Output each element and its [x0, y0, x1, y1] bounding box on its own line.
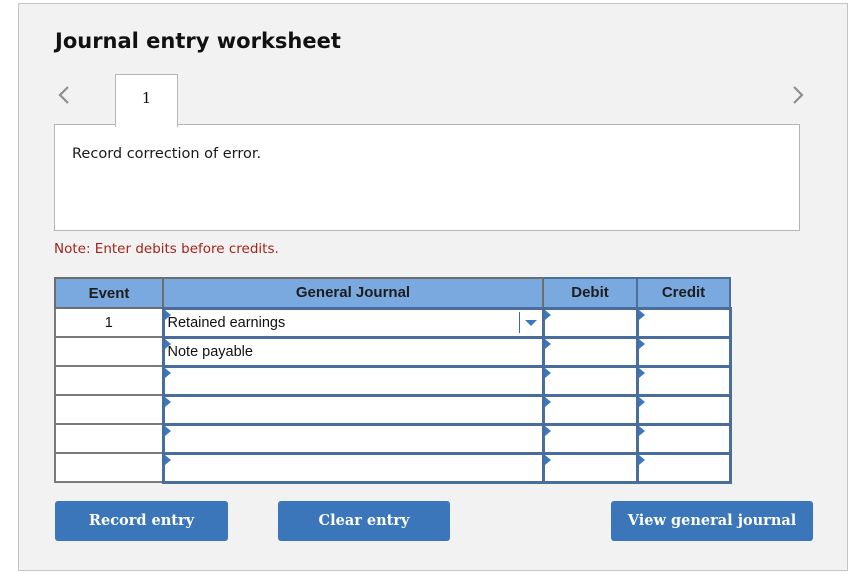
input-marker-icon [638, 309, 645, 320]
account-name: Retained earnings [167, 314, 286, 331]
table-row [54, 393, 732, 426]
table-row: 1 Retained earnings [54, 306, 732, 339]
input-marker-icon [638, 454, 645, 465]
dropdown-separator [518, 311, 520, 333]
journal-table: Event General Journal Debit Credit 1 Reta… [54, 277, 732, 484]
debit-input[interactable] [541, 335, 639, 368]
clear-entry-button[interactable]: Clear entry [278, 501, 450, 541]
account-select[interactable] [161, 422, 545, 455]
view-general-journal-button[interactable]: View general journal [611, 501, 813, 541]
debit-input[interactable] [541, 306, 639, 339]
account-select[interactable]: Note payable [161, 335, 545, 368]
event-cell [54, 365, 164, 396]
input-marker-icon [164, 396, 171, 407]
account-select[interactable] [161, 451, 545, 484]
page-title: Journal entry worksheet [55, 29, 341, 53]
header-general-journal: General Journal [162, 277, 544, 309]
input-marker-icon [638, 367, 645, 378]
table-row [54, 364, 732, 397]
debit-credit-note: Note: Enter debits before credits. [54, 241, 279, 257]
table-header-row: Event General Journal Debit Credit [54, 277, 731, 309]
input-marker-icon [544, 396, 551, 407]
event-cell [54, 336, 164, 367]
header-debit: Debit [542, 277, 638, 309]
input-marker-icon [544, 425, 551, 436]
debit-input[interactable] [541, 451, 639, 484]
prompt-box: Record correction of error. [54, 124, 800, 231]
table-row: Note payable [54, 335, 732, 368]
input-marker-icon [164, 367, 171, 378]
prev-entry-button[interactable] [57, 84, 77, 110]
chevron-down-icon[interactable] [524, 319, 537, 326]
input-marker-icon [638, 425, 645, 436]
tab-entry-1[interactable]: 1 [115, 74, 178, 127]
account-name: Note payable [167, 343, 253, 360]
account-select[interactable] [161, 364, 545, 397]
debit-input[interactable] [541, 422, 639, 455]
input-marker-icon [638, 338, 645, 349]
input-marker-icon [544, 338, 551, 349]
input-marker-icon [164, 425, 171, 436]
account-select[interactable] [161, 393, 545, 426]
credit-input[interactable] [635, 364, 732, 397]
input-marker-icon [164, 454, 171, 465]
debit-input[interactable] [541, 393, 639, 426]
input-marker-icon [638, 396, 645, 407]
credit-input[interactable] [635, 335, 732, 368]
prompt-text: Record correction of error. [72, 146, 262, 162]
event-cell [54, 423, 164, 454]
record-entry-button[interactable]: Record entry [55, 501, 228, 541]
header-event: Event [54, 277, 164, 309]
debit-input[interactable] [541, 364, 639, 397]
credit-input[interactable] [635, 393, 732, 426]
event-cell: 1 [54, 307, 164, 338]
credit-input[interactable] [635, 306, 732, 339]
event-cell [54, 452, 164, 483]
credit-input[interactable] [635, 422, 732, 455]
input-marker-icon [544, 367, 551, 378]
credit-input[interactable] [635, 451, 732, 484]
chevron-right-icon [793, 86, 804, 104]
input-marker-icon [544, 309, 551, 320]
event-cell [54, 394, 164, 425]
chevron-left-icon [58, 86, 69, 104]
table-row [54, 451, 732, 484]
header-credit: Credit [636, 277, 731, 309]
next-entry-button[interactable] [791, 84, 811, 110]
journal-entry-worksheet-panel: Journal entry worksheet 1 Record correct… [18, 3, 848, 571]
account-select[interactable]: Retained earnings [161, 306, 545, 339]
input-marker-icon [544, 454, 551, 465]
table-row [54, 422, 732, 455]
